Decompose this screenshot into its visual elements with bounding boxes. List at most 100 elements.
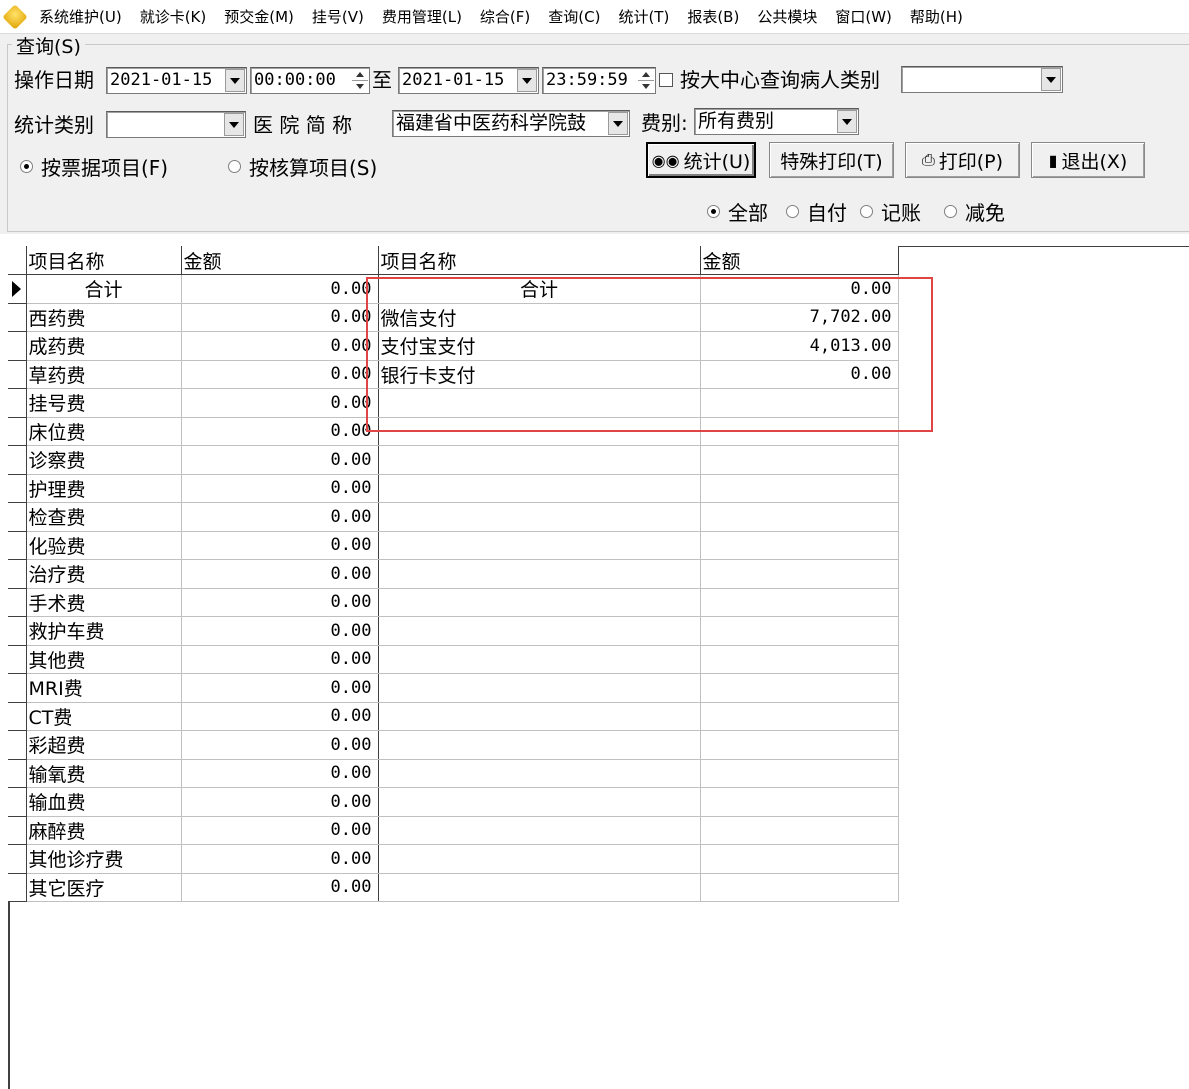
- table-row[interactable]: 草药费 0.00 银行卡支付 0.00: [8, 360, 899, 389]
- table-row[interactable]: 诊察费 0.00: [8, 445, 899, 475]
- cell-amount[interactable]: 0.00: [181, 588, 379, 617]
- cell-amount-2[interactable]: [700, 531, 899, 560]
- cell-amount[interactable]: 0.00: [181, 303, 379, 332]
- time-from-field[interactable]: 00:00:00: [250, 67, 370, 94]
- row-indicator[interactable]: [8, 616, 27, 646]
- cell-item-name-2[interactable]: [378, 844, 701, 874]
- cell-item-name-2[interactable]: [378, 730, 701, 760]
- cell-amount[interactable]: 0.00: [181, 816, 379, 845]
- table-row[interactable]: 输血费 0.00: [8, 787, 899, 817]
- table-row[interactable]: 挂号费 0.00: [8, 388, 899, 418]
- time-from-spinner-icon[interactable]: [352, 69, 368, 92]
- cell-item-name[interactable]: 其它医疗: [26, 873, 182, 902]
- cell-amount-2[interactable]: 0.00: [700, 360, 899, 389]
- table-row[interactable]: 合计 0.00 合计 0.00: [8, 274, 899, 304]
- cell-amount-2[interactable]: [700, 502, 899, 532]
- cell-amount-2[interactable]: [700, 673, 899, 703]
- menu-deposit[interactable]: 预交金(M): [215, 6, 303, 27]
- row-indicator[interactable]: [8, 474, 27, 503]
- menu-common[interactable]: 公共模块: [748, 6, 826, 27]
- table-row[interactable]: 检查费 0.00: [8, 502, 899, 532]
- menu-fee[interactable]: 费用管理(L): [373, 6, 471, 27]
- cell-amount[interactable]: 0.00: [181, 502, 379, 532]
- row-indicator[interactable]: [8, 303, 27, 332]
- cell-item-name-2[interactable]: 微信支付: [378, 303, 701, 332]
- print-button[interactable]: ⎙ 打印(P): [905, 142, 1020, 178]
- menu-report[interactable]: 报表(B): [678, 6, 748, 27]
- radio-receipt-item[interactable]: 按票据项目(F): [20, 152, 168, 181]
- row-indicator[interactable]: [8, 787, 27, 817]
- cell-item-name[interactable]: 彩超费: [26, 730, 182, 760]
- col-header-item-name-2[interactable]: 项目名称: [378, 246, 701, 275]
- row-indicator[interactable]: [8, 531, 27, 560]
- cell-item-name[interactable]: 其他费: [26, 645, 182, 674]
- patient-type-dropdown-icon[interactable]: [1041, 68, 1061, 91]
- cell-item-name[interactable]: 西药费: [26, 303, 182, 332]
- cell-amount[interactable]: 0.00: [181, 559, 379, 589]
- row-indicator[interactable]: [8, 759, 27, 788]
- row-indicator[interactable]: [8, 645, 27, 674]
- cell-amount[interactable]: 0.00: [181, 730, 379, 760]
- cell-amount-2[interactable]: [700, 616, 899, 646]
- cell-item-name[interactable]: 治疗费: [26, 559, 182, 589]
- col-header-amount-2[interactable]: 金额: [700, 246, 899, 275]
- cell-item-name-2[interactable]: [378, 616, 701, 646]
- cell-item-name-2[interactable]: [378, 702, 701, 731]
- cell-item-name-2[interactable]: [378, 417, 701, 446]
- special-print-button[interactable]: 特殊打印(T): [769, 142, 894, 178]
- table-row[interactable]: 输氧费 0.00: [8, 759, 899, 788]
- table-row[interactable]: 治疗费 0.00: [8, 559, 899, 589]
- menu-card[interactable]: 就诊卡(K): [131, 6, 216, 27]
- cell-item-name-2[interactable]: [378, 502, 701, 532]
- menu-general[interactable]: 综合(F): [471, 6, 539, 27]
- cell-item-name-2[interactable]: [378, 559, 701, 589]
- stat-type-dropdown-icon[interactable]: [224, 113, 244, 136]
- menu-statistics[interactable]: 统计(T): [609, 6, 678, 27]
- cell-item-name[interactable]: 化验费: [26, 531, 182, 560]
- menu-register[interactable]: 挂号(V): [303, 6, 373, 27]
- cell-amount-2[interactable]: [700, 559, 899, 589]
- cell-amount-2[interactable]: [700, 417, 899, 446]
- cell-amount[interactable]: 0.00: [181, 645, 379, 674]
- cell-item-name-2[interactable]: [378, 787, 701, 817]
- cell-item-name[interactable]: 挂号费: [26, 388, 182, 418]
- cell-amount[interactable]: 0.00: [181, 616, 379, 646]
- cell-amount-2[interactable]: [700, 844, 899, 874]
- row-indicator[interactable]: [8, 844, 27, 874]
- cell-amount[interactable]: 0.00: [181, 417, 379, 446]
- table-row[interactable]: 救护车费 0.00: [8, 616, 899, 646]
- cell-item-name[interactable]: MRI费: [26, 673, 182, 703]
- hospital-select[interactable]: 福建省中医药科学院鼓: [392, 110, 630, 137]
- cell-item-name[interactable]: CT费: [26, 702, 182, 731]
- table-row[interactable]: 麻醉费 0.00: [8, 816, 899, 845]
- table-row[interactable]: 护理费 0.00: [8, 474, 899, 503]
- filter-reduce-radio[interactable]: 减免: [944, 197, 1005, 226]
- row-indicator[interactable]: [8, 673, 27, 703]
- row-indicator[interactable]: [8, 873, 27, 902]
- cell-item-name-2[interactable]: [378, 588, 701, 617]
- cell-item-name[interactable]: 手术费: [26, 588, 182, 617]
- cell-item-name[interactable]: 成药费: [26, 331, 182, 361]
- cell-item-name-2[interactable]: [378, 445, 701, 475]
- cell-item-name[interactable]: 救护车费: [26, 616, 182, 646]
- cell-item-name-2[interactable]: [378, 474, 701, 503]
- cell-amount[interactable]: 0.00: [181, 474, 379, 503]
- hospital-dropdown-icon[interactable]: [608, 112, 628, 135]
- table-row[interactable]: 其他费 0.00: [8, 645, 899, 674]
- menu-help[interactable]: 帮助(H): [901, 6, 972, 27]
- table-row[interactable]: 床位费 0.00: [8, 417, 899, 446]
- cell-amount-2[interactable]: 4,013.00: [700, 331, 899, 361]
- radio-account-item[interactable]: 按核算项目(S): [228, 152, 377, 181]
- col-header-amount[interactable]: 金额: [181, 246, 379, 275]
- cell-amount[interactable]: 0.00: [181, 787, 379, 817]
- row-indicator[interactable]: [8, 588, 27, 617]
- row-indicator[interactable]: [8, 388, 27, 418]
- row-indicator[interactable]: [8, 816, 27, 845]
- cell-item-name-2[interactable]: [378, 816, 701, 845]
- table-row[interactable]: CT费 0.00: [8, 702, 899, 731]
- date-to-dropdown-icon[interactable]: [517, 69, 537, 92]
- cell-item-name[interactable]: 输氧费: [26, 759, 182, 788]
- cell-item-name-2[interactable]: [378, 388, 701, 418]
- table-row[interactable]: 其它医疗 0.00: [8, 873, 899, 902]
- cell-item-name[interactable]: 护理费: [26, 474, 182, 503]
